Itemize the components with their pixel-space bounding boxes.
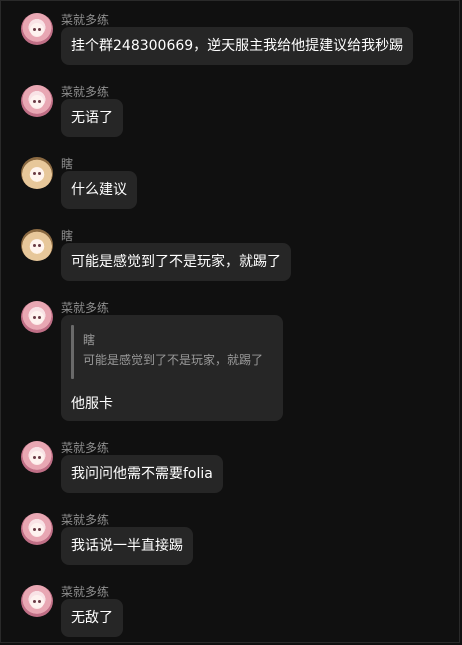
avatar[interactable] xyxy=(21,229,53,261)
avatar[interactable] xyxy=(21,441,53,473)
reply-bubble[interactable]: 瞎 可能是感觉到了不是玩家，就踢了 他服卡 xyxy=(61,315,283,421)
message-bubble[interactable]: 无语了 xyxy=(61,99,123,137)
message-bubble[interactable]: 可能是感觉到了不是玩家，就踢了 xyxy=(61,243,291,281)
quoted-sender: 瞎 xyxy=(83,333,96,347)
message-bubble[interactable]: 我问问他需不需要folia xyxy=(61,455,223,493)
sender-name: 菜就多练 xyxy=(61,441,110,455)
quote-bar xyxy=(71,325,74,379)
avatar[interactable] xyxy=(21,157,53,189)
message-bubble[interactable]: 无敌了 xyxy=(61,599,123,637)
avatar[interactable] xyxy=(21,301,53,333)
quoted-text[interactable]: 可能是感觉到了不是玩家，就踢了 xyxy=(83,351,263,368)
avatar[interactable] xyxy=(21,85,53,117)
sender-name: 菜就多练 xyxy=(61,513,110,527)
avatar[interactable] xyxy=(21,13,53,45)
message-bubble[interactable]: 挂个群248300669，逆天服主我给他提建议给我秒踢 xyxy=(61,27,414,65)
chat-window: 菜就多练 挂个群248300669，逆天服主我给他提建议给我秒踢 菜就多练 无语… xyxy=(0,0,460,643)
sender-name: 菜就多练 xyxy=(61,301,110,315)
sender-name: 菜就多练 xyxy=(61,85,110,99)
sender-name: 菜就多练 xyxy=(61,13,110,27)
sender-name: 瞎 xyxy=(61,229,74,243)
message-text: 他服卡 xyxy=(71,396,113,412)
avatar[interactable] xyxy=(21,585,53,617)
message-bubble[interactable]: 什么建议 xyxy=(61,171,137,209)
sender-name: 菜就多练 xyxy=(61,585,110,599)
message-bubble[interactable]: 我话说一半直接踢 xyxy=(61,527,193,565)
avatar[interactable] xyxy=(21,513,53,545)
sender-name: 瞎 xyxy=(61,157,74,171)
